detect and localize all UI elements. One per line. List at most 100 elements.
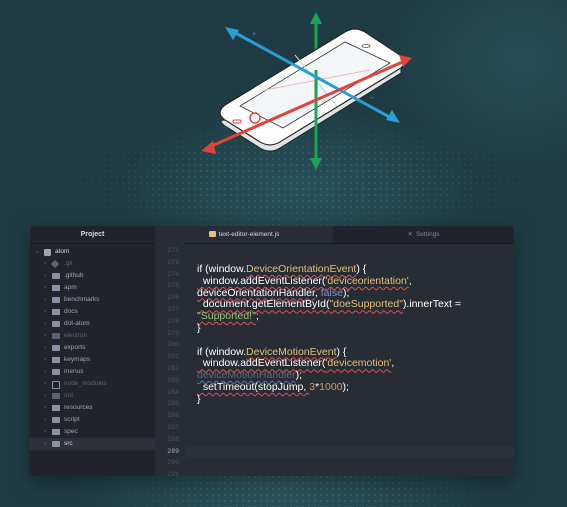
tree-item-label: exports (64, 344, 86, 351)
code-area[interactable]: if (window.DeviceOrientationEvent) { win… (197, 263, 514, 406)
chevron-down-icon: ⌄ (35, 249, 41, 255)
code-token: ) { (356, 263, 367, 275)
tree-item-exports[interactable]: › exports (30, 342, 155, 354)
chevron-right-icon: › (44, 429, 46, 435)
code-token: ).innerText = (402, 298, 462, 311)
folder-icon (52, 333, 60, 339)
code-token: 'devicemotion' (325, 357, 392, 370)
code-line: } (197, 393, 514, 406)
tab-bar: text-editor-element.js ✕ Settings (155, 226, 514, 244)
chevron-right-icon: › (44, 369, 46, 375)
tab-label: Settings (415, 231, 440, 238)
chevron-right-icon: › (44, 261, 46, 267)
line-number: 291 (167, 471, 179, 476)
git-icon (50, 259, 60, 269)
code-token: , (391, 357, 395, 370)
code-token: "doeSupported" (329, 298, 403, 311)
code-token: ; (255, 310, 259, 323)
code-token: 'deviceorientation' (325, 274, 409, 287)
code-token: "Supported!" (197, 310, 256, 323)
code-token: 1000 (319, 380, 343, 393)
chevron-right-icon: › (44, 345, 46, 351)
svg-text:+: + (252, 31, 256, 38)
code-token: ); (342, 380, 349, 393)
folder-icon (52, 417, 60, 423)
code-token: document.getElementById( (197, 298, 330, 311)
folder-icon (52, 273, 60, 279)
chevron-right-icon: › (44, 297, 46, 303)
code-token: deviceMotionHandler (197, 369, 296, 382)
svg-text:−: − (370, 95, 374, 102)
line-number: 281 (167, 353, 179, 361)
tree-item-apm[interactable]: › apm (30, 282, 155, 294)
tree-item-label: docs (64, 308, 78, 315)
tree-root[interactable]: ⌄ atom (30, 246, 155, 258)
code-token: window.addEventListener( (197, 357, 326, 370)
z-axis-arrow (201, 141, 216, 154)
tree-list: ⌄ atom › .git › .github › apm › benchmarks › docs… (30, 244, 155, 450)
code-line: } (197, 321, 514, 335)
chevron-right-icon: › (44, 393, 46, 399)
tree-item-resources[interactable]: › resources (30, 402, 155, 414)
line-number: 276 (167, 294, 179, 302)
chevron-right-icon: › (44, 321, 46, 327)
folder-icon (52, 321, 60, 327)
y-axis-arrow-up (310, 12, 322, 24)
tree-item-label: benchmarks (64, 296, 100, 303)
tree-view: Project ⌄ atom › .git › .github › apm › benchma… (30, 226, 155, 476)
tree-item-node-modules[interactable]: › node_modules (30, 378, 155, 390)
tree-item-out[interactable]: › out (30, 390, 155, 402)
tree-item-keymaps[interactable]: › keymaps (30, 354, 155, 366)
tree-item-git[interactable]: › .git (30, 258, 155, 270)
tree-item-label: resources (64, 404, 93, 411)
code-token: false (320, 286, 343, 299)
chevron-right-icon: › (44, 441, 46, 447)
js-file-icon (208, 231, 216, 237)
editor-window: Project ⌄ atom › .git › .github › apm › benchma… (30, 226, 514, 476)
folder-icon (52, 357, 60, 363)
tree-item-script[interactable]: › script (30, 414, 155, 426)
line-number: 289 (167, 447, 179, 455)
tree-item-label: keymaps (64, 356, 91, 363)
tab-text-editor-element[interactable]: text-editor-element.js (155, 226, 333, 243)
repo-icon (44, 249, 51, 256)
code-token: if (window. (197, 345, 247, 358)
code-token: DeviceOrientationEvent (246, 263, 357, 275)
folder-icon (52, 297, 60, 303)
line-number: 288 (167, 435, 179, 443)
chevron-right-icon: › (44, 405, 46, 411)
tree-item-dot-atom[interactable]: › dot-atom (30, 318, 155, 330)
current-line-highlight (185, 446, 514, 457)
code-token: window.addEventListener( (197, 274, 326, 287)
tree-item-electron[interactable]: › electron (30, 330, 155, 342)
line-number: 277 (167, 306, 179, 313)
folder-icon (52, 285, 60, 291)
tree-item-label: out (64, 392, 74, 399)
tree-item-github[interactable]: › .github (30, 270, 155, 282)
tools-icon: ✕ (407, 231, 413, 238)
tree-item-docs[interactable]: › docs (30, 306, 155, 318)
svg-text:+: + (385, 65, 389, 72)
code-token: ); (295, 369, 303, 382)
chevron-right-icon: › (44, 333, 46, 339)
folder-icon (52, 345, 60, 351)
tree-item-benchmarks[interactable]: › benchmarks (30, 294, 155, 306)
tree-root-label: atom (55, 248, 70, 255)
line-number: 283 (167, 376, 179, 384)
folder-icon (52, 309, 60, 315)
code-token: ); (342, 286, 350, 299)
tree-item-spec[interactable]: › spec (30, 426, 155, 438)
code-token: setTimeout(stopJump, (197, 380, 310, 393)
tree-item-label: menus (64, 368, 84, 375)
tree-view-header: Project (30, 226, 155, 244)
tree-item-menus[interactable]: › menus (30, 366, 155, 378)
gutter: 272 273 274 275 276 277 278 279 280 281 282 283 284 2… (155, 243, 185, 476)
code-token: ) { (336, 345, 347, 358)
tab-settings[interactable]: ✕ Settings (333, 226, 514, 243)
line-number: 282 (167, 365, 179, 372)
code-token: } (197, 321, 201, 334)
tree-item-label: electron (64, 332, 88, 339)
x-axis-arrow (386, 110, 400, 123)
tree-item-src[interactable]: › src (30, 438, 155, 450)
line-number: 279 (167, 329, 179, 337)
